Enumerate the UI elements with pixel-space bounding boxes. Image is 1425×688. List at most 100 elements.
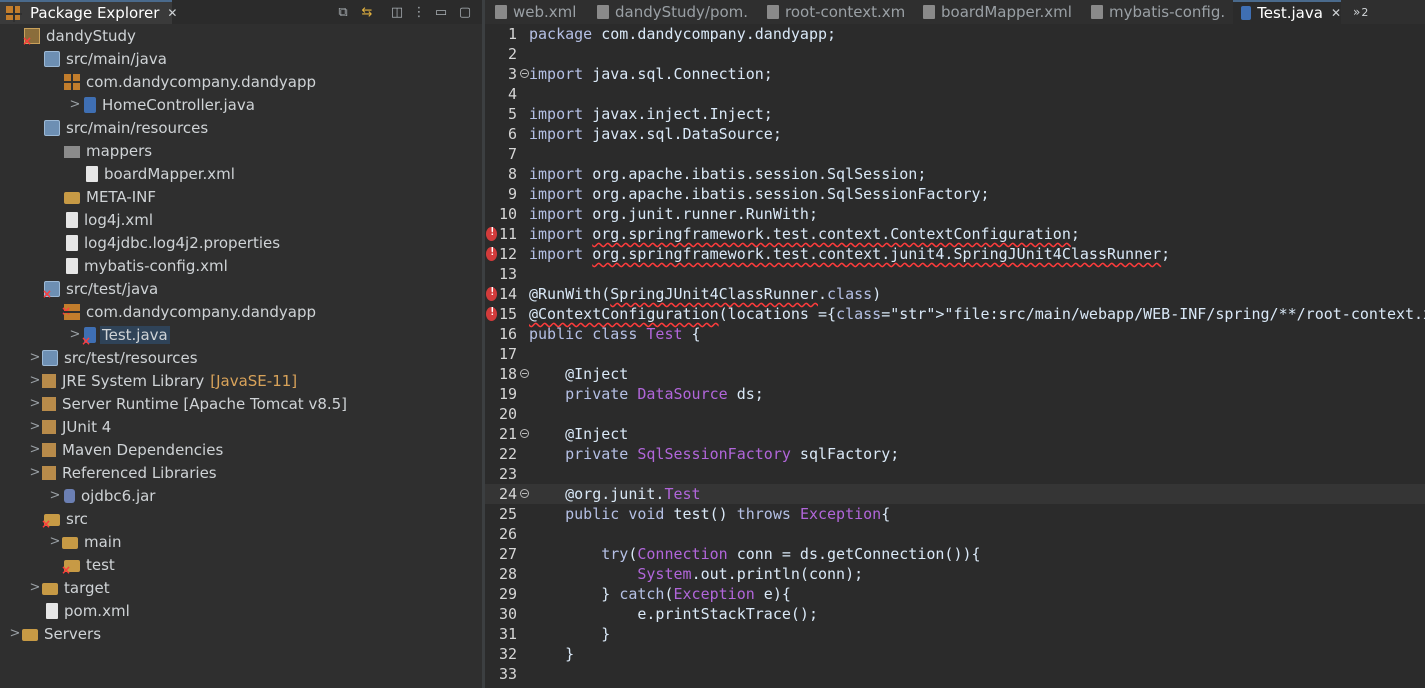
line-number-gutter[interactable]: 13 <box>485 264 529 284</box>
tree-item-pom-file[interactable]: pom.xml <box>0 599 482 622</box>
tab-web-xml[interactable]: web.xml <box>487 0 576 24</box>
expand-caret-icon[interactable]: > <box>68 97 82 112</box>
tree-item-library[interactable]: > Server Runtime [Apache Tomcat v8.5] <box>0 392 482 415</box>
code-line[interactable]: 11 import org.springframework.test.contex… <box>485 224 1425 244</box>
tab-root-context-xml[interactable]: root-context.xm <box>759 0 905 24</box>
line-number-gutter[interactable]: 10 <box>485 204 529 224</box>
line-number-gutter[interactable]: 7 <box>485 144 529 164</box>
maximize-icon[interactable]: ▢ <box>456 3 474 21</box>
line-number-gutter[interactable]: 32 <box>485 644 529 664</box>
code-line[interactable]: 28 System.out.println(conn); <box>485 564 1425 584</box>
line-number-gutter[interactable]: 29 <box>485 584 529 604</box>
tab-pom-xml[interactable]: dandyStudy/pom. <box>589 0 748 24</box>
tree-item-library[interactable]: > Maven Dependencies <box>0 438 482 461</box>
fold-collapse-icon[interactable] <box>520 369 529 378</box>
close-icon[interactable]: ✕ <box>1331 6 1341 20</box>
code-line[interactable]: 27 try(Connection conn = ds.getConnectio… <box>485 544 1425 564</box>
line-number-gutter[interactable]: 5 <box>485 104 529 124</box>
line-number-gutter[interactable]: 26 <box>485 524 529 544</box>
tree-item-source-folder[interactable]: src/test/java <box>0 277 482 301</box>
tree-item-folder[interactable]: test <box>0 553 482 577</box>
line-number-gutter[interactable]: 20 <box>485 404 529 424</box>
code-line[interactable]: 20 <box>485 404 1425 424</box>
line-number-gutter[interactable]: 17 <box>485 344 529 364</box>
code-line[interactable]: 9 import org.apache.ibatis.session.SqlSes… <box>485 184 1425 204</box>
tree-item-package[interactable]: mappers <box>0 139 482 162</box>
fold-collapse-icon[interactable] <box>520 429 529 438</box>
line-number-gutter[interactable]: 30 <box>485 604 529 624</box>
code-line[interactable]: 2 <box>485 44 1425 64</box>
tree-item-servers[interactable]: > Servers <box>0 622 482 645</box>
code-line[interactable]: 6 import javax.sql.DataSource; <box>485 124 1425 144</box>
line-number-gutter[interactable]: 19 <box>485 384 529 404</box>
tree-item-java-file[interactable]: > HomeController.java <box>0 93 482 116</box>
expand-caret-icon[interactable]: > <box>48 488 62 503</box>
tab-package-explorer[interactable]: Package Explorer ✕ <box>0 0 177 24</box>
line-number-gutter[interactable]: 22 <box>485 444 529 464</box>
tree-item-folder[interactable]: src <box>0 507 482 531</box>
view-menu-icon[interactable]: ⋮ <box>410 3 428 21</box>
code-line[interactable]: 23 <box>485 464 1425 484</box>
tree-item-package[interactable]: com.dandycompany.dandyapp <box>0 70 482 93</box>
code-line[interactable]: 21 @Inject <box>485 424 1425 444</box>
focus-icon[interactable]: ◫ <box>388 3 406 21</box>
tree-item-library[interactable]: > JRE System Library [JavaSE-11] <box>0 369 482 392</box>
line-number-gutter[interactable]: 3 <box>485 64 529 84</box>
line-number-gutter[interactable]: 24 <box>485 484 529 504</box>
line-number-gutter[interactable]: 11 <box>485 224 529 244</box>
close-icon[interactable]: ✕ <box>167 6 177 20</box>
code-line[interactable]: 3 import java.sql.Connection; <box>485 64 1425 84</box>
code-line[interactable]: 25 public void test() throws Exception{ <box>485 504 1425 524</box>
fold-collapse-icon[interactable] <box>520 489 529 498</box>
code-line[interactable]: 7 <box>485 144 1425 164</box>
line-number-gutter[interactable]: 16 <box>485 324 529 344</box>
tree-item-source-folder[interactable]: src/main/resources <box>0 116 482 139</box>
tree-item-xml-file[interactable]: boardMapper.xml <box>0 162 482 185</box>
code-line[interactable]: 1 package com.dandycompany.dandyapp; <box>485 24 1425 44</box>
code-line[interactable]: 17 <box>485 344 1425 364</box>
code-line[interactable]: 26 <box>485 524 1425 544</box>
code-line[interactable]: 33 <box>485 664 1425 684</box>
tree-item-folder[interactable]: > target <box>0 576 482 599</box>
tree-item-jar[interactable]: > ojdbc6.jar <box>0 484 482 507</box>
line-number-gutter[interactable]: 23 <box>485 464 529 484</box>
code-line[interactable]: 29 } catch(Exception e){ <box>485 584 1425 604</box>
error-marker-icon[interactable] <box>486 305 497 321</box>
line-number-gutter[interactable]: 15 <box>485 304 529 324</box>
code-line[interactable]: 10 import org.junit.runner.RunWith; <box>485 204 1425 224</box>
line-number-gutter[interactable]: 14 <box>485 284 529 304</box>
error-marker-icon[interactable] <box>486 245 497 261</box>
tree-item-folder[interactable]: META-INF <box>0 185 482 208</box>
expand-caret-icon[interactable]: > <box>28 465 42 480</box>
line-number-gutter[interactable]: 33 <box>485 664 529 684</box>
tree-item-library[interactable]: > JUnit 4 <box>0 415 482 438</box>
tree-item-properties-file[interactable]: log4jdbc.log4j2.properties <box>0 231 482 254</box>
code-line[interactable]: 16 public class Test { <box>485 324 1425 344</box>
tree-item-source-folder[interactable]: > src/test/resources <box>0 346 482 369</box>
line-number-gutter[interactable]: 2 <box>485 44 529 64</box>
line-number-gutter[interactable]: 28 <box>485 564 529 584</box>
expand-caret-icon[interactable]: > <box>28 396 42 411</box>
line-number-gutter[interactable]: 18 <box>485 364 529 384</box>
tree-item-package[interactable]: com.dandycompany.dandyapp <box>0 300 482 323</box>
line-number-gutter[interactable]: 1 <box>485 24 529 44</box>
tree-item-java-file-selected[interactable]: > Test.java <box>0 323 482 348</box>
line-number-gutter[interactable]: 8 <box>485 164 529 184</box>
expand-caret-icon[interactable]: > <box>28 350 42 365</box>
tree-item-xml-file[interactable]: mybatis-config.xml <box>0 254 482 277</box>
tree-item-folder[interactable]: > main <box>0 530 482 553</box>
tree-item-project[interactable]: dandyStudy <box>0 24 482 48</box>
tab-overflow-button[interactable]: » 2 <box>1347 0 1368 24</box>
error-marker-icon[interactable] <box>486 225 497 241</box>
line-number-gutter[interactable]: 31 <box>485 624 529 644</box>
code-line[interactable]: 32 } <box>485 644 1425 664</box>
code-line[interactable]: 22 private SqlSessionFactory sqlFactory; <box>485 444 1425 464</box>
code-line[interactable]: 19 private DataSource ds; <box>485 384 1425 404</box>
code-line[interactable]: 24 @org.junit.Test <box>485 484 1425 504</box>
expand-caret-icon[interactable]: > <box>48 534 62 549</box>
code-line[interactable]: 12 import org.springframework.test.contex… <box>485 244 1425 264</box>
line-number-gutter[interactable]: 21 <box>485 424 529 444</box>
line-number-gutter[interactable]: 9 <box>485 184 529 204</box>
expand-caret-icon[interactable]: > <box>28 373 42 388</box>
fold-collapse-icon[interactable] <box>520 69 529 78</box>
